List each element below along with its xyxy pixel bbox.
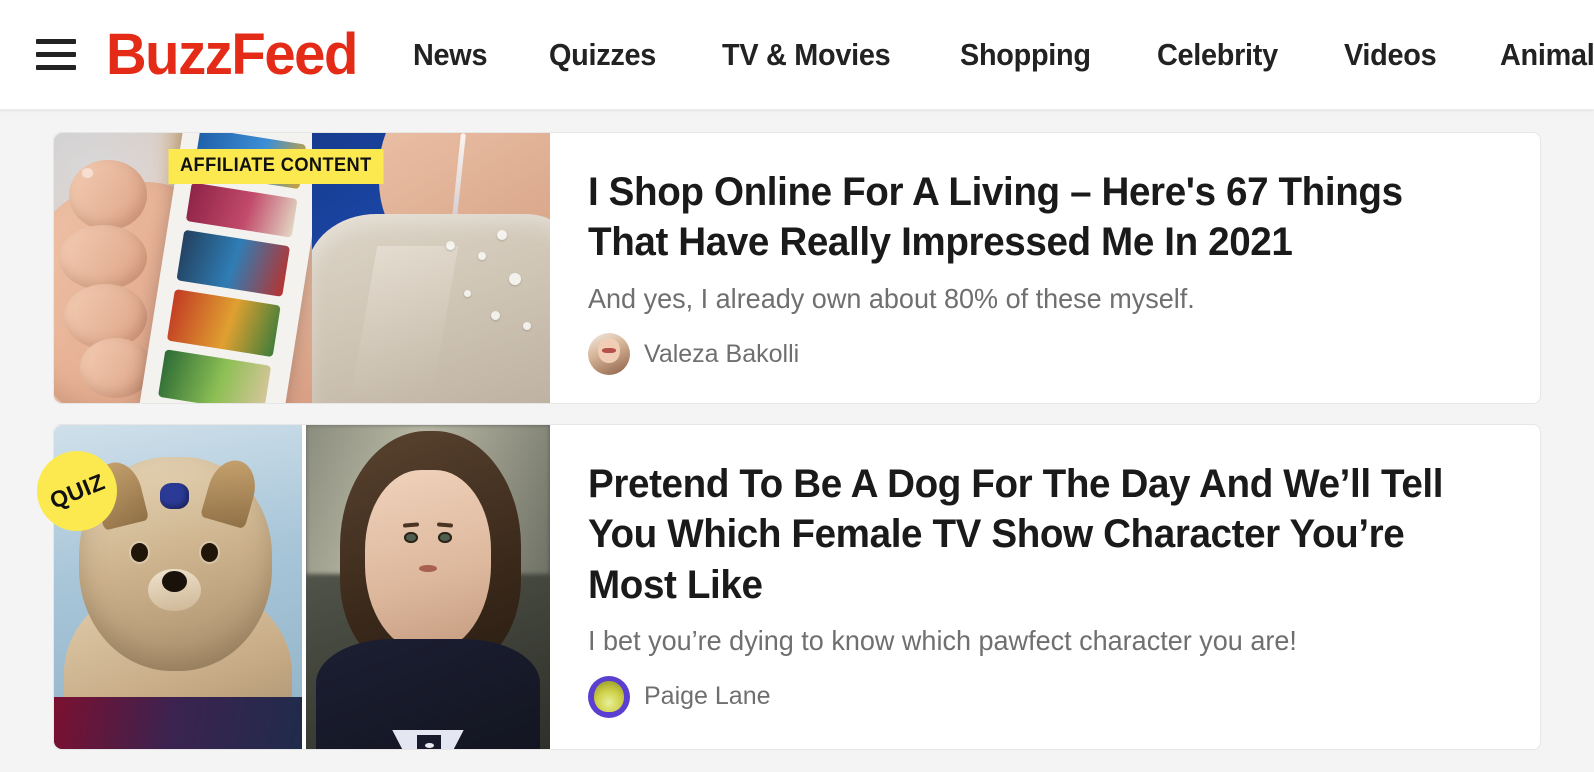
story-description: And yes, I already own about 80% of thes… xyxy=(588,282,1195,314)
story-title[interactable]: Pretend To Be A Dog For The Day And We’l… xyxy=(588,459,1470,610)
hamburger-bar xyxy=(36,52,76,57)
dog-eye xyxy=(131,542,149,563)
author-avatar-icon xyxy=(588,675,630,718)
finger-shape xyxy=(69,160,147,231)
thumbnail-right-panel xyxy=(306,425,550,749)
nav-item-shopping[interactable]: Shopping xyxy=(960,0,1091,109)
water-droplet xyxy=(522,322,531,330)
water-droplet xyxy=(445,241,455,250)
girl-mouth xyxy=(419,564,437,572)
nav-item-animals[interactable]: Animals xyxy=(1500,0,1594,109)
quiz-badge: QUIZ xyxy=(37,451,117,531)
girl-eye xyxy=(438,532,453,543)
fingernail-shape xyxy=(81,168,94,178)
dog-collar xyxy=(54,697,302,749)
uniform-pin xyxy=(424,742,434,748)
main-navigation: News Quizzes TV & Movies Shopping Celebr… xyxy=(413,0,1594,109)
dog-hair-bow xyxy=(160,483,190,509)
nav-item-videos[interactable]: Videos xyxy=(1344,0,1437,109)
story-feed: AFFILIATE CONTENT I Shop Online For A Li… xyxy=(0,110,1594,750)
author-name[interactable]: Valeza Bakolli xyxy=(644,340,799,369)
story-thumbnail-wrap[interactable]: QUIZ xyxy=(37,425,550,749)
nav-item-news[interactable]: News xyxy=(413,0,487,109)
author-avatar-icon xyxy=(588,333,630,376)
story-card[interactable]: QUIZ Pretend To Be A Dog For The Day And… xyxy=(37,424,1541,750)
hamburger-bar xyxy=(36,39,76,44)
girl-face xyxy=(364,470,492,652)
story-card-body: I Shop Online For A Living – Here's 67 T… xyxy=(550,133,1540,403)
girl-eyebrow xyxy=(402,522,420,528)
dog-nose xyxy=(161,570,188,593)
nav-item-quizzes[interactable]: Quizzes xyxy=(549,0,656,109)
story-byline[interactable]: Paige Lane xyxy=(588,675,1502,718)
product-tube xyxy=(177,229,291,298)
story-title[interactable]: I Shop Online For A Living – Here's 67 T… xyxy=(588,167,1470,268)
nav-item-celebrity[interactable]: Celebrity xyxy=(1157,0,1278,109)
story-description: I bet you’re dying to know which pawfect… xyxy=(588,625,1297,657)
hamburger-menu-icon[interactable] xyxy=(36,34,82,76)
story-card-body: Pretend To Be A Dog For The Day And We’l… xyxy=(550,425,1540,749)
product-tube xyxy=(158,349,272,403)
author-name[interactable]: Paige Lane xyxy=(644,682,771,711)
finger-shape xyxy=(59,224,147,290)
hamburger-bar xyxy=(36,65,76,70)
product-tube xyxy=(186,181,299,238)
story-thumbnail-wrap[interactable]: AFFILIATE CONTENT xyxy=(54,133,550,403)
site-header: BuzzFeed News Quizzes TV & Movies Shoppi… xyxy=(0,0,1594,110)
water-droplet xyxy=(477,251,486,260)
school-uniform xyxy=(315,638,541,749)
girl-eyebrow xyxy=(436,522,454,528)
story-card[interactable]: AFFILIATE CONTENT I Shop Online For A Li… xyxy=(53,132,1541,404)
story-thumbnail-image[interactable] xyxy=(54,425,550,749)
dog-eye xyxy=(200,542,219,563)
girl-eye xyxy=(403,532,418,543)
nav-item-tv-movies[interactable]: TV & Movies xyxy=(722,0,891,109)
product-tube xyxy=(167,289,282,357)
affiliate-content-badge: AFFILIATE CONTENT xyxy=(168,149,384,184)
buzzfeed-logo[interactable]: BuzzFeed xyxy=(106,25,358,84)
quiz-badge-label: QUIZ xyxy=(45,467,109,514)
dog-ear xyxy=(200,454,263,529)
story-byline[interactable]: Valeza Bakolli xyxy=(588,333,1502,376)
